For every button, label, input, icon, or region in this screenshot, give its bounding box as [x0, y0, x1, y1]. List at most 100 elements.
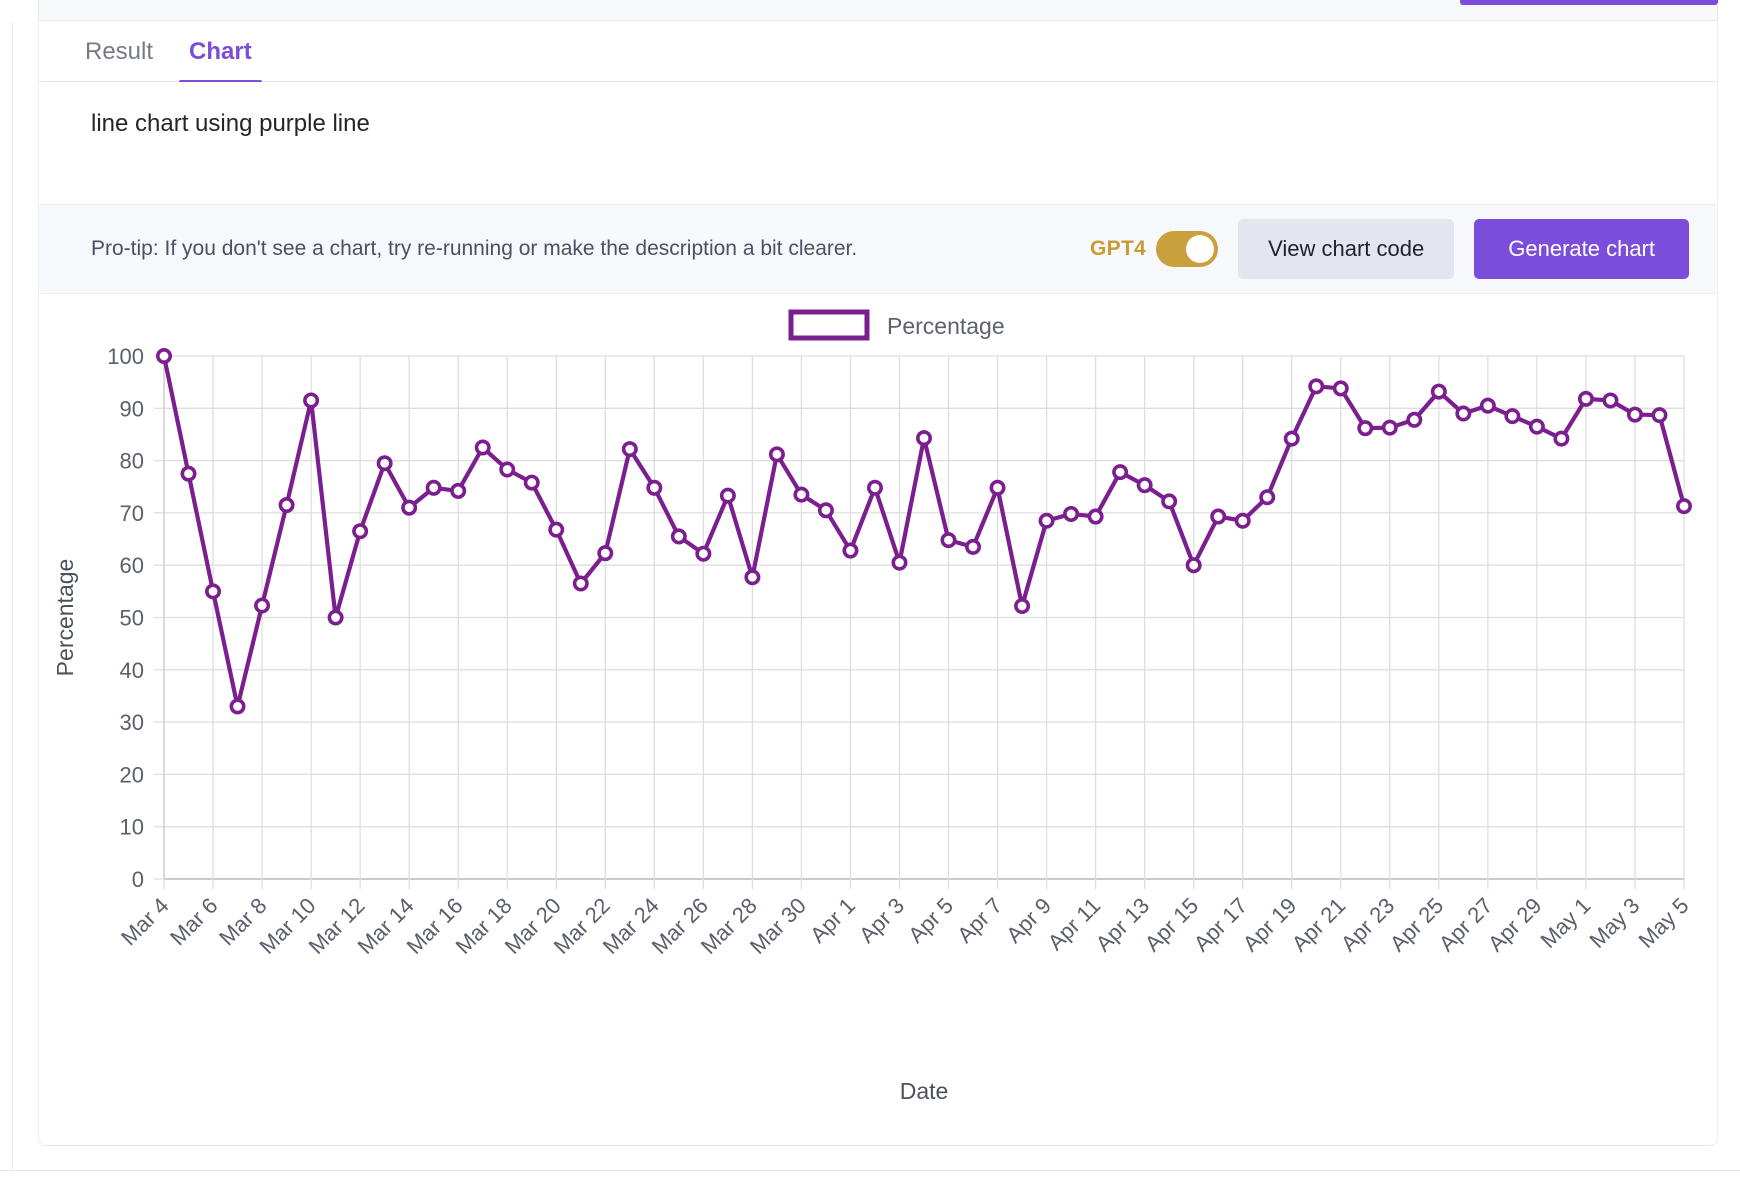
data-point	[793, 486, 810, 503]
chart-page: Result Chart line chart using purple lin…	[0, 0, 1740, 1184]
x-tick-label: May 5	[1633, 893, 1693, 953]
data-point	[352, 523, 369, 540]
data-point	[915, 430, 932, 447]
data-point	[254, 597, 271, 614]
gpt4-toggle-knob	[1186, 235, 1215, 263]
data-point	[1014, 597, 1031, 614]
data-point	[1259, 489, 1276, 506]
data-point	[572, 575, 589, 592]
pro-tip-text: Pro-tip: If you don't see a chart, try r…	[91, 236, 858, 260]
legend-label: Percentage	[887, 313, 1005, 339]
y-tick-label: 90	[120, 396, 144, 421]
x-tick-label: Apr 1	[805, 893, 860, 948]
data-point	[1504, 408, 1521, 425]
x-tick-label: Apr 7	[952, 893, 1007, 948]
x-tick-label: Mar 6	[165, 893, 222, 950]
x-tick-label: Apr 25	[1385, 893, 1449, 957]
y-tick-label: 10	[120, 815, 144, 840]
data-point	[1577, 390, 1594, 407]
data-point	[1234, 512, 1251, 529]
tab-result[interactable]: Result	[67, 22, 171, 84]
data-point	[1283, 430, 1300, 447]
data-point	[425, 479, 442, 496]
data-point	[768, 446, 785, 463]
data-point	[1381, 419, 1398, 436]
data-point	[646, 479, 663, 496]
x-tick-label: Apr 29	[1483, 893, 1547, 957]
top-divider	[38, 20, 1718, 21]
data-point	[1136, 477, 1153, 494]
page-bottom-rule	[0, 1170, 1740, 1171]
x-tick-label: Apr 17	[1189, 893, 1253, 957]
data-point	[1087, 508, 1104, 525]
data-point	[327, 609, 344, 626]
data-point	[1651, 407, 1668, 424]
y-tick-label: 70	[120, 501, 144, 526]
page-left-rule	[12, 0, 13, 1171]
pro-tip-bar: Pro-tip: If you don't see a chart, try r…	[38, 204, 1718, 294]
y-tick-label: 0	[132, 867, 144, 892]
data-point	[1406, 411, 1423, 428]
data-point	[1161, 493, 1178, 510]
x-tick-label: Apr 27	[1434, 893, 1498, 957]
data-point	[229, 698, 246, 715]
gpt4-toggle-switch[interactable]	[1156, 231, 1219, 267]
data-point	[744, 569, 761, 586]
data-point	[621, 441, 638, 458]
x-tick-label: Apr 19	[1238, 893, 1302, 957]
generate-chart-button[interactable]: Generate chart	[1474, 219, 1689, 279]
gpt4-toggle-label: GPT4	[1090, 237, 1147, 260]
x-tick-label: Apr 5	[903, 893, 958, 948]
data-point	[499, 461, 516, 478]
pro-tip-actions: GPT4 View chart code Generate chart	[1090, 219, 1689, 279]
data-point	[278, 497, 295, 514]
data-point	[523, 474, 540, 491]
y-tick-label: 40	[120, 658, 144, 683]
data-point	[376, 455, 393, 472]
x-tick-label: Apr 21	[1287, 893, 1351, 957]
data-point	[450, 482, 467, 499]
data-point	[180, 465, 197, 482]
tab-bar: Result Chart	[38, 22, 1718, 84]
data-point	[940, 532, 957, 549]
chart-description-row: line chart using purple line	[38, 82, 1718, 204]
data-point	[474, 439, 491, 456]
chart-card: Percentage 0 10 20 30 40 50 60 70 80 90 100 Mar 4 Mar…	[38, 294, 1718, 1146]
data-point	[1430, 383, 1447, 400]
data-point	[401, 499, 418, 516]
x-tick-label: Apr 3	[854, 893, 909, 948]
y-tick-label: 20	[120, 762, 144, 787]
data-point	[965, 538, 982, 555]
y-tick-label: 80	[120, 449, 144, 474]
data-point	[1308, 378, 1325, 395]
x-tick-label: May 3	[1584, 893, 1644, 953]
x-axis-title: Date	[900, 1078, 949, 1104]
data-point	[1210, 508, 1227, 525]
data-point	[597, 545, 614, 562]
data-point	[1553, 430, 1570, 447]
data-point	[1676, 498, 1693, 515]
tab-chart[interactable]: Chart	[171, 22, 270, 84]
data-point	[1038, 512, 1055, 529]
data-point	[891, 554, 908, 571]
line-chart: Percentage0102030405060708090100Mar 4Mar…	[52, 309, 1694, 1104]
data-point	[1063, 505, 1080, 522]
y-tick-label: 100	[107, 344, 144, 369]
top-accent-bar	[1460, 0, 1718, 5]
data-point	[670, 528, 687, 545]
data-point	[1112, 464, 1129, 481]
x-tick-label: Apr 15	[1140, 893, 1204, 957]
x-tick-label: Apr 11	[1043, 893, 1105, 955]
data-point	[303, 392, 320, 409]
data-point	[817, 502, 834, 519]
x-tick-label: Apr 23	[1336, 893, 1400, 957]
data-point	[989, 479, 1006, 496]
view-chart-code-button[interactable]: View chart code	[1238, 219, 1455, 279]
x-tick-label: Apr 13	[1091, 893, 1155, 957]
gpt4-toggle-group[interactable]: GPT4	[1090, 231, 1219, 267]
y-tick-label: 60	[120, 553, 144, 578]
panel-top-strip	[0, 0, 1740, 22]
data-point	[1332, 380, 1349, 397]
y-axis-title: Percentage	[52, 559, 78, 677]
legend-swatch	[788, 309, 870, 341]
